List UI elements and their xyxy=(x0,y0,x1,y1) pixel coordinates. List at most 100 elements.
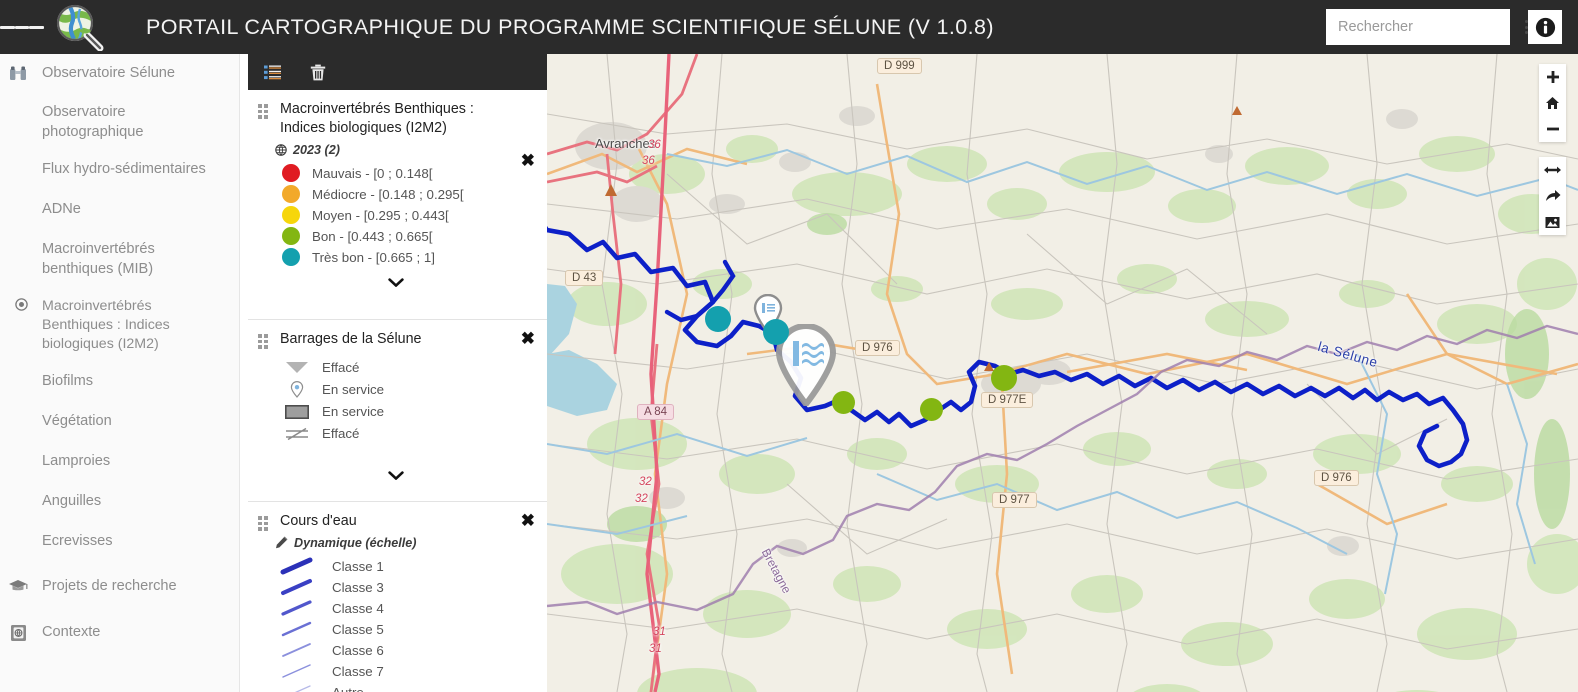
sidebar-item-label: Macroinvertébrés benthiques (MIB) xyxy=(42,241,155,277)
page-title: PORTAIL CARTOGRAPHIQUE DU PROGRAMME SCIE… xyxy=(146,14,994,39)
sidebar-item-label: ADNe xyxy=(42,201,81,218)
expand-panel-button[interactable] xyxy=(258,445,533,487)
magnifier-globe-logo[interactable] xyxy=(44,0,118,54)
spacer-icon xyxy=(0,103,36,104)
sidebar-item-macroinvertebres-benthiques-mib[interactable]: Macroinvertébrés benthiques (MIB) xyxy=(0,231,239,288)
legend-panel-cours-deau[interactable]: Cours d'eau ✖ Dynamique (échelle) Classe… xyxy=(248,502,547,692)
legend-entry: En service xyxy=(282,379,533,401)
legend-entry-label: Bon - [0.443 ; 0.665[ xyxy=(312,228,433,244)
spacer-icon xyxy=(0,160,36,161)
drag-handle-icon[interactable] xyxy=(258,104,272,119)
road-label-d999: D 999 xyxy=(877,58,922,74)
zoom-home-button[interactable] xyxy=(1539,90,1566,116)
line-swatch-classe-5 xyxy=(280,620,320,638)
hamburger-icon xyxy=(29,25,45,29)
sidebar-item-label: Anguilles xyxy=(42,493,102,510)
sidebar-item-anguilles[interactable]: Anguilles xyxy=(0,483,239,523)
legend-panel-i2m2[interactable]: Macroinvertébrés Benthiques : Indices bi… xyxy=(248,90,547,320)
sidebar-item-flux-hydro-sedimentaires[interactable]: Flux hydro-sédimentaires xyxy=(0,151,239,191)
sidebar-item-label: Projets de recherche xyxy=(42,578,177,595)
legend-panel-header: Macroinvertébrés Benthiques : Indices bi… xyxy=(258,100,535,169)
sidebar-item-vegetation[interactable]: Végétation xyxy=(0,403,239,443)
sidebar-item-label: Macroinvertébrés Benthiques : Indices bi… xyxy=(42,298,170,353)
share-navigate-button[interactable] xyxy=(1539,183,1566,209)
sample-marker-bon[interactable] xyxy=(832,391,855,414)
legend-toolbar[interactable] xyxy=(248,54,547,90)
chevron-down-icon xyxy=(387,278,404,287)
legend-entry-label: Mauvais - [0 ; 0.148[ xyxy=(312,165,433,181)
triangle-down-icon xyxy=(282,361,312,374)
minus-icon xyxy=(1546,127,1559,131)
legend-entry-label: Classe 6 xyxy=(332,642,384,658)
legend-entry: Moyen - [0.295 ; 0.443[ xyxy=(282,205,533,226)
trash-icon[interactable] xyxy=(304,58,332,86)
sidebar-item-label: Flux hydro-sédimentaires xyxy=(42,161,206,178)
sample-marker-bon[interactable] xyxy=(920,398,943,421)
legend-entry-label: Classe 7 xyxy=(332,663,384,679)
legend-entry-label: Très bon - [0.665 ; 1] xyxy=(312,249,435,265)
sidebar-item-label: Observatoire photographique xyxy=(42,104,144,140)
sidebar-item-contexte[interactable]: Contexte xyxy=(0,614,239,654)
road-label-d977e: D 977E xyxy=(981,392,1034,408)
sidebar-item-lamproies[interactable]: Lamproies xyxy=(0,443,239,483)
legend-panel-subtitle-text: 2023 (2) xyxy=(293,142,340,157)
close-icon[interactable]: ✖ xyxy=(521,152,535,169)
export-image-button[interactable] xyxy=(1539,209,1566,235)
sidebar-item-observatoire-selune[interactable]: Observatoire Sélune xyxy=(0,54,239,94)
expand-panel-button[interactable] xyxy=(258,268,533,294)
info-button[interactable] xyxy=(1528,10,1562,44)
line-swatch-classe-3 xyxy=(280,578,320,596)
sample-marker-bon[interactable] xyxy=(991,365,1017,391)
spacer-icon xyxy=(0,532,36,533)
hamburger-icon xyxy=(0,25,15,29)
sidebar-item-biofilms[interactable]: Biofilms xyxy=(0,363,239,403)
sidebar[interactable]: Observatoire Sélune Observatoire photogr… xyxy=(0,54,240,692)
legend-entry: Classe 6 xyxy=(280,640,533,661)
sidebar-item-adne[interactable]: ADNe xyxy=(0,191,239,231)
road-label-d976-east: D 976 xyxy=(1314,470,1359,486)
home-icon xyxy=(1546,97,1559,109)
legend-entry-label: Effacé xyxy=(322,426,360,442)
graduation-cap-icon xyxy=(0,577,36,593)
sidebar-item-projets-de-recherche[interactable]: Projets de recherche xyxy=(0,568,239,608)
legend-entry-label: Classe 5 xyxy=(332,621,384,637)
sample-marker-tres-bon[interactable] xyxy=(705,306,731,332)
legend-entry: Très bon - [0.665 ; 1] xyxy=(282,247,533,268)
drag-handle-icon[interactable] xyxy=(258,334,272,349)
legend-entries: Effacé En service En service Effacé xyxy=(282,357,533,445)
sidebar-item-observatoire-photographique[interactable]: Observatoire photographique xyxy=(0,94,239,151)
measure-distance-button[interactable] xyxy=(1539,157,1566,183)
legend-entry-label: Autre xyxy=(332,685,364,692)
zoom-out-button[interactable] xyxy=(1539,116,1566,142)
close-icon[interactable]: ✖ xyxy=(521,512,535,529)
sidebar-item-i2m2[interactable]: Macroinvertébrés Benthiques : Indices bi… xyxy=(0,288,239,363)
zoom-in-button[interactable] xyxy=(1539,64,1566,90)
legend-entry: Classe 4 xyxy=(280,598,533,619)
legend-entry: Bon - [0.443 ; 0.665[ xyxy=(282,226,533,247)
legend-panel-subtitle: Dynamique (échelle) xyxy=(275,536,533,550)
legend-entry: En service xyxy=(282,401,533,423)
map-canvas[interactable]: la Sélune Bretagne Avranches D 999 D 43 … xyxy=(547,54,1578,692)
arrows-horizontal-icon xyxy=(1544,166,1561,174)
legend-column[interactable]: Macroinvertébrés Benthiques : Indices bi… xyxy=(248,54,547,692)
drag-handle-icon[interactable] xyxy=(258,516,272,531)
legend-panel-barrages[interactable]: Barrages de la Sélune ✖ Effacé En servic… xyxy=(248,320,547,502)
legend-panel-header: Barrages de la Sélune ✖ xyxy=(258,330,535,349)
legend-entry-label: Effacé xyxy=(322,360,360,376)
pencil-icon xyxy=(276,536,288,549)
legend-panel-header: Cours d'eau ✖ xyxy=(258,512,535,531)
search-box[interactable] xyxy=(1326,9,1528,45)
search-input[interactable] xyxy=(1338,19,1525,35)
list-layers-icon[interactable] xyxy=(258,58,286,86)
color-swatch-bon xyxy=(282,227,300,246)
color-swatch-tres-bon xyxy=(282,248,300,267)
close-icon[interactable]: ✖ xyxy=(521,330,535,347)
map-tool-controls[interactable] xyxy=(1539,157,1566,235)
map-zoom-controls[interactable] xyxy=(1539,64,1566,142)
sample-marker-tres-bon[interactable] xyxy=(763,319,789,345)
legend-entry: Médiocre - [0.148 ; 0.295[ xyxy=(282,184,533,205)
map-pin-icon xyxy=(282,381,312,399)
sidebar-item-ecrevisses[interactable]: Ecrevisses xyxy=(0,523,239,563)
map-basemap xyxy=(547,54,1578,692)
menu-toggle-button[interactable] xyxy=(0,0,45,54)
